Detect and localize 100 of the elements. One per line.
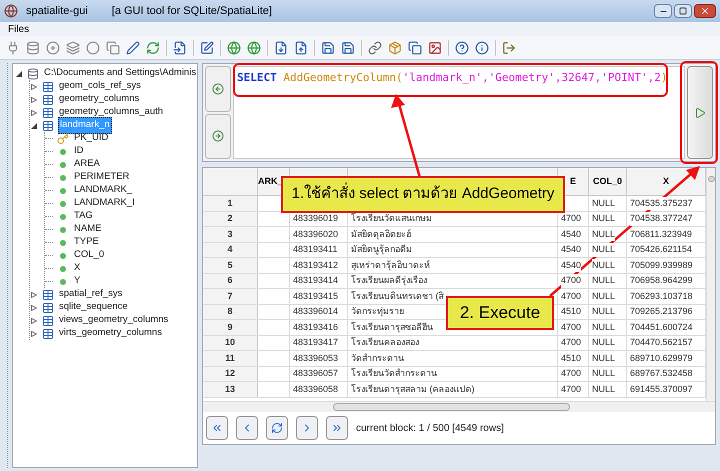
- row-header[interactable]: 10: [203, 336, 258, 350]
- toolbar-button[interactable]: [453, 38, 471, 56]
- column-header[interactable]: E: [570, 174, 576, 188]
- expand-toggle-icon[interactable]: [31, 330, 37, 336]
- tree-item[interactable]: LANDMARK_: [73, 183, 134, 198]
- tree-item[interactable]: PERIMETER: [73, 170, 130, 185]
- refresh-button[interactable]: [266, 416, 288, 440]
- vertical-scrollbar[interactable]: [706, 168, 715, 401]
- table-cell: มัสยิดนูรุ้ลกอดีม: [351, 243, 412, 256]
- app-icon: [4, 4, 18, 18]
- help-icon: [455, 40, 469, 54]
- document-icon: [294, 40, 308, 54]
- row-header[interactable]: 12: [203, 366, 258, 381]
- globe-icon: [227, 40, 241, 54]
- tree-item[interactable]: LANDMARK_I: [73, 196, 136, 211]
- table-cell: วัดกระทุ่มราย: [351, 305, 404, 318]
- row-header[interactable]: 13: [203, 382, 258, 396]
- pen-icon: [126, 40, 140, 54]
- collapse-toggle-icon[interactable]: [31, 122, 37, 128]
- column-header[interactable]: ARK_: [258, 174, 283, 188]
- row-header[interactable]: 3: [203, 227, 258, 242]
- table-icon: [42, 120, 54, 132]
- expand-toggle-icon[interactable]: [31, 110, 37, 116]
- tree-item[interactable]: X: [73, 261, 82, 276]
- tree-item[interactable]: Y: [73, 274, 82, 289]
- tree-item[interactable]: virts_geometry_columns: [58, 326, 163, 341]
- horizontal-scrollbar[interactable]: [203, 401, 715, 412]
- database-icon: [27, 68, 39, 80]
- toolbar-button[interactable]: [24, 38, 42, 56]
- expand-toggle-icon[interactable]: [31, 304, 37, 310]
- last-page-button[interactable]: [326, 416, 348, 440]
- circle-icon: [86, 40, 100, 54]
- close-button[interactable]: [694, 4, 716, 18]
- next-sql-button[interactable]: [205, 114, 231, 159]
- toolbar-button[interactable]: [104, 38, 122, 56]
- save-icon: [341, 40, 355, 54]
- table-icon: [42, 302, 54, 314]
- first-page-button[interactable]: [206, 416, 228, 440]
- row-header[interactable]: 8: [203, 304, 258, 319]
- expand-toggle-icon[interactable]: [31, 292, 37, 298]
- tree-item[interactable]: TYPE: [73, 235, 100, 250]
- row-header[interactable]: 9: [203, 320, 258, 334]
- table-icon: [42, 328, 54, 340]
- tree-item[interactable]: PK_UID: [73, 131, 110, 146]
- row-header[interactable]: 4: [203, 242, 258, 257]
- toolbar-button[interactable]: [124, 38, 142, 56]
- document-icon: [274, 40, 288, 54]
- sql-editor[interactable]: SELECT AddGeometryColumn('landmark_n','Geometry',32647,'POINT',2): [237, 70, 681, 86]
- tree-item[interactable]: C:\Documents and Settings\Adminis: [43, 66, 197, 81]
- toolbar-button[interactable]: [198, 38, 216, 56]
- tree-item[interactable]: ID: [73, 144, 84, 159]
- tree-item[interactable]: spatial_ref_sys: [58, 287, 124, 302]
- previous-page-button[interactable]: [236, 416, 258, 440]
- previous-sql-button[interactable]: [205, 66, 231, 112]
- window-subtitle: [a GUI tool for SQLite/SpatiaLite]: [112, 4, 272, 19]
- tree-item[interactable]: geom_cols_ref_sys: [58, 79, 142, 94]
- callout: 1.ใช้คำสั่ง select ตามด้วย AddGeometry: [281, 176, 565, 213]
- tree-item[interactable]: geometry_columns: [58, 92, 140, 107]
- toolbar-button[interactable]: [406, 38, 424, 56]
- row-header[interactable]: 7: [203, 289, 258, 304]
- maximize-button[interactable]: [674, 4, 692, 18]
- minimize-button[interactable]: [654, 4, 672, 18]
- toolbar-button[interactable]: [84, 38, 102, 56]
- tree-item[interactable]: COL_0: [73, 248, 106, 263]
- row-header[interactable]: 5: [203, 258, 258, 272]
- tree-item[interactable]: NAME: [73, 222, 102, 237]
- toolbar-button[interactable]: [366, 38, 384, 56]
- tree-item[interactable]: AREA: [73, 157, 101, 172]
- row-header[interactable]: 1: [203, 196, 258, 210]
- window-title: spatialite-gui: [26, 4, 88, 19]
- last-icon: [331, 422, 343, 434]
- table-cell: 704538.377247: [630, 212, 693, 226]
- run-icon: [694, 106, 706, 118]
- column-header[interactable]: COL_0: [592, 174, 622, 188]
- menu-item[interactable]: Files: [4, 22, 34, 36]
- tree-item[interactable]: sqlite_sequence: [58, 300, 129, 315]
- toolbar-button[interactable]: [245, 38, 263, 56]
- back-icon: [212, 82, 224, 95]
- execute-button[interactable]: [687, 66, 713, 159]
- expand-toggle-icon[interactable]: [31, 96, 37, 102]
- collapse-toggle-icon[interactable]: [16, 70, 22, 76]
- next-page-button[interactable]: [296, 416, 318, 440]
- refresh-icon: [271, 422, 283, 434]
- toolbar-button[interactable]: [44, 38, 62, 56]
- toolbar-button[interactable]: [64, 38, 82, 56]
- row-header[interactable]: 6: [203, 274, 258, 288]
- tree-item[interactable]: geometry_columns_auth: [58, 105, 164, 120]
- column-header[interactable]: X: [662, 174, 669, 188]
- toolbar-button[interactable]: [386, 38, 404, 56]
- toolbar-button[interactable]: [473, 38, 491, 56]
- toolbar-button[interactable]: [225, 38, 243, 56]
- expand-toggle-icon[interactable]: [31, 318, 37, 324]
- tree-item[interactable]: TAG: [73, 209, 94, 224]
- table-icon: [42, 314, 54, 326]
- forward-icon: [212, 130, 224, 142]
- tree-item[interactable]: views_geometry_columns: [58, 313, 170, 328]
- row-header[interactable]: 11: [203, 351, 258, 366]
- link-icon: [368, 40, 382, 54]
- expand-toggle-icon[interactable]: [31, 84, 37, 90]
- row-header[interactable]: 2: [203, 212, 258, 226]
